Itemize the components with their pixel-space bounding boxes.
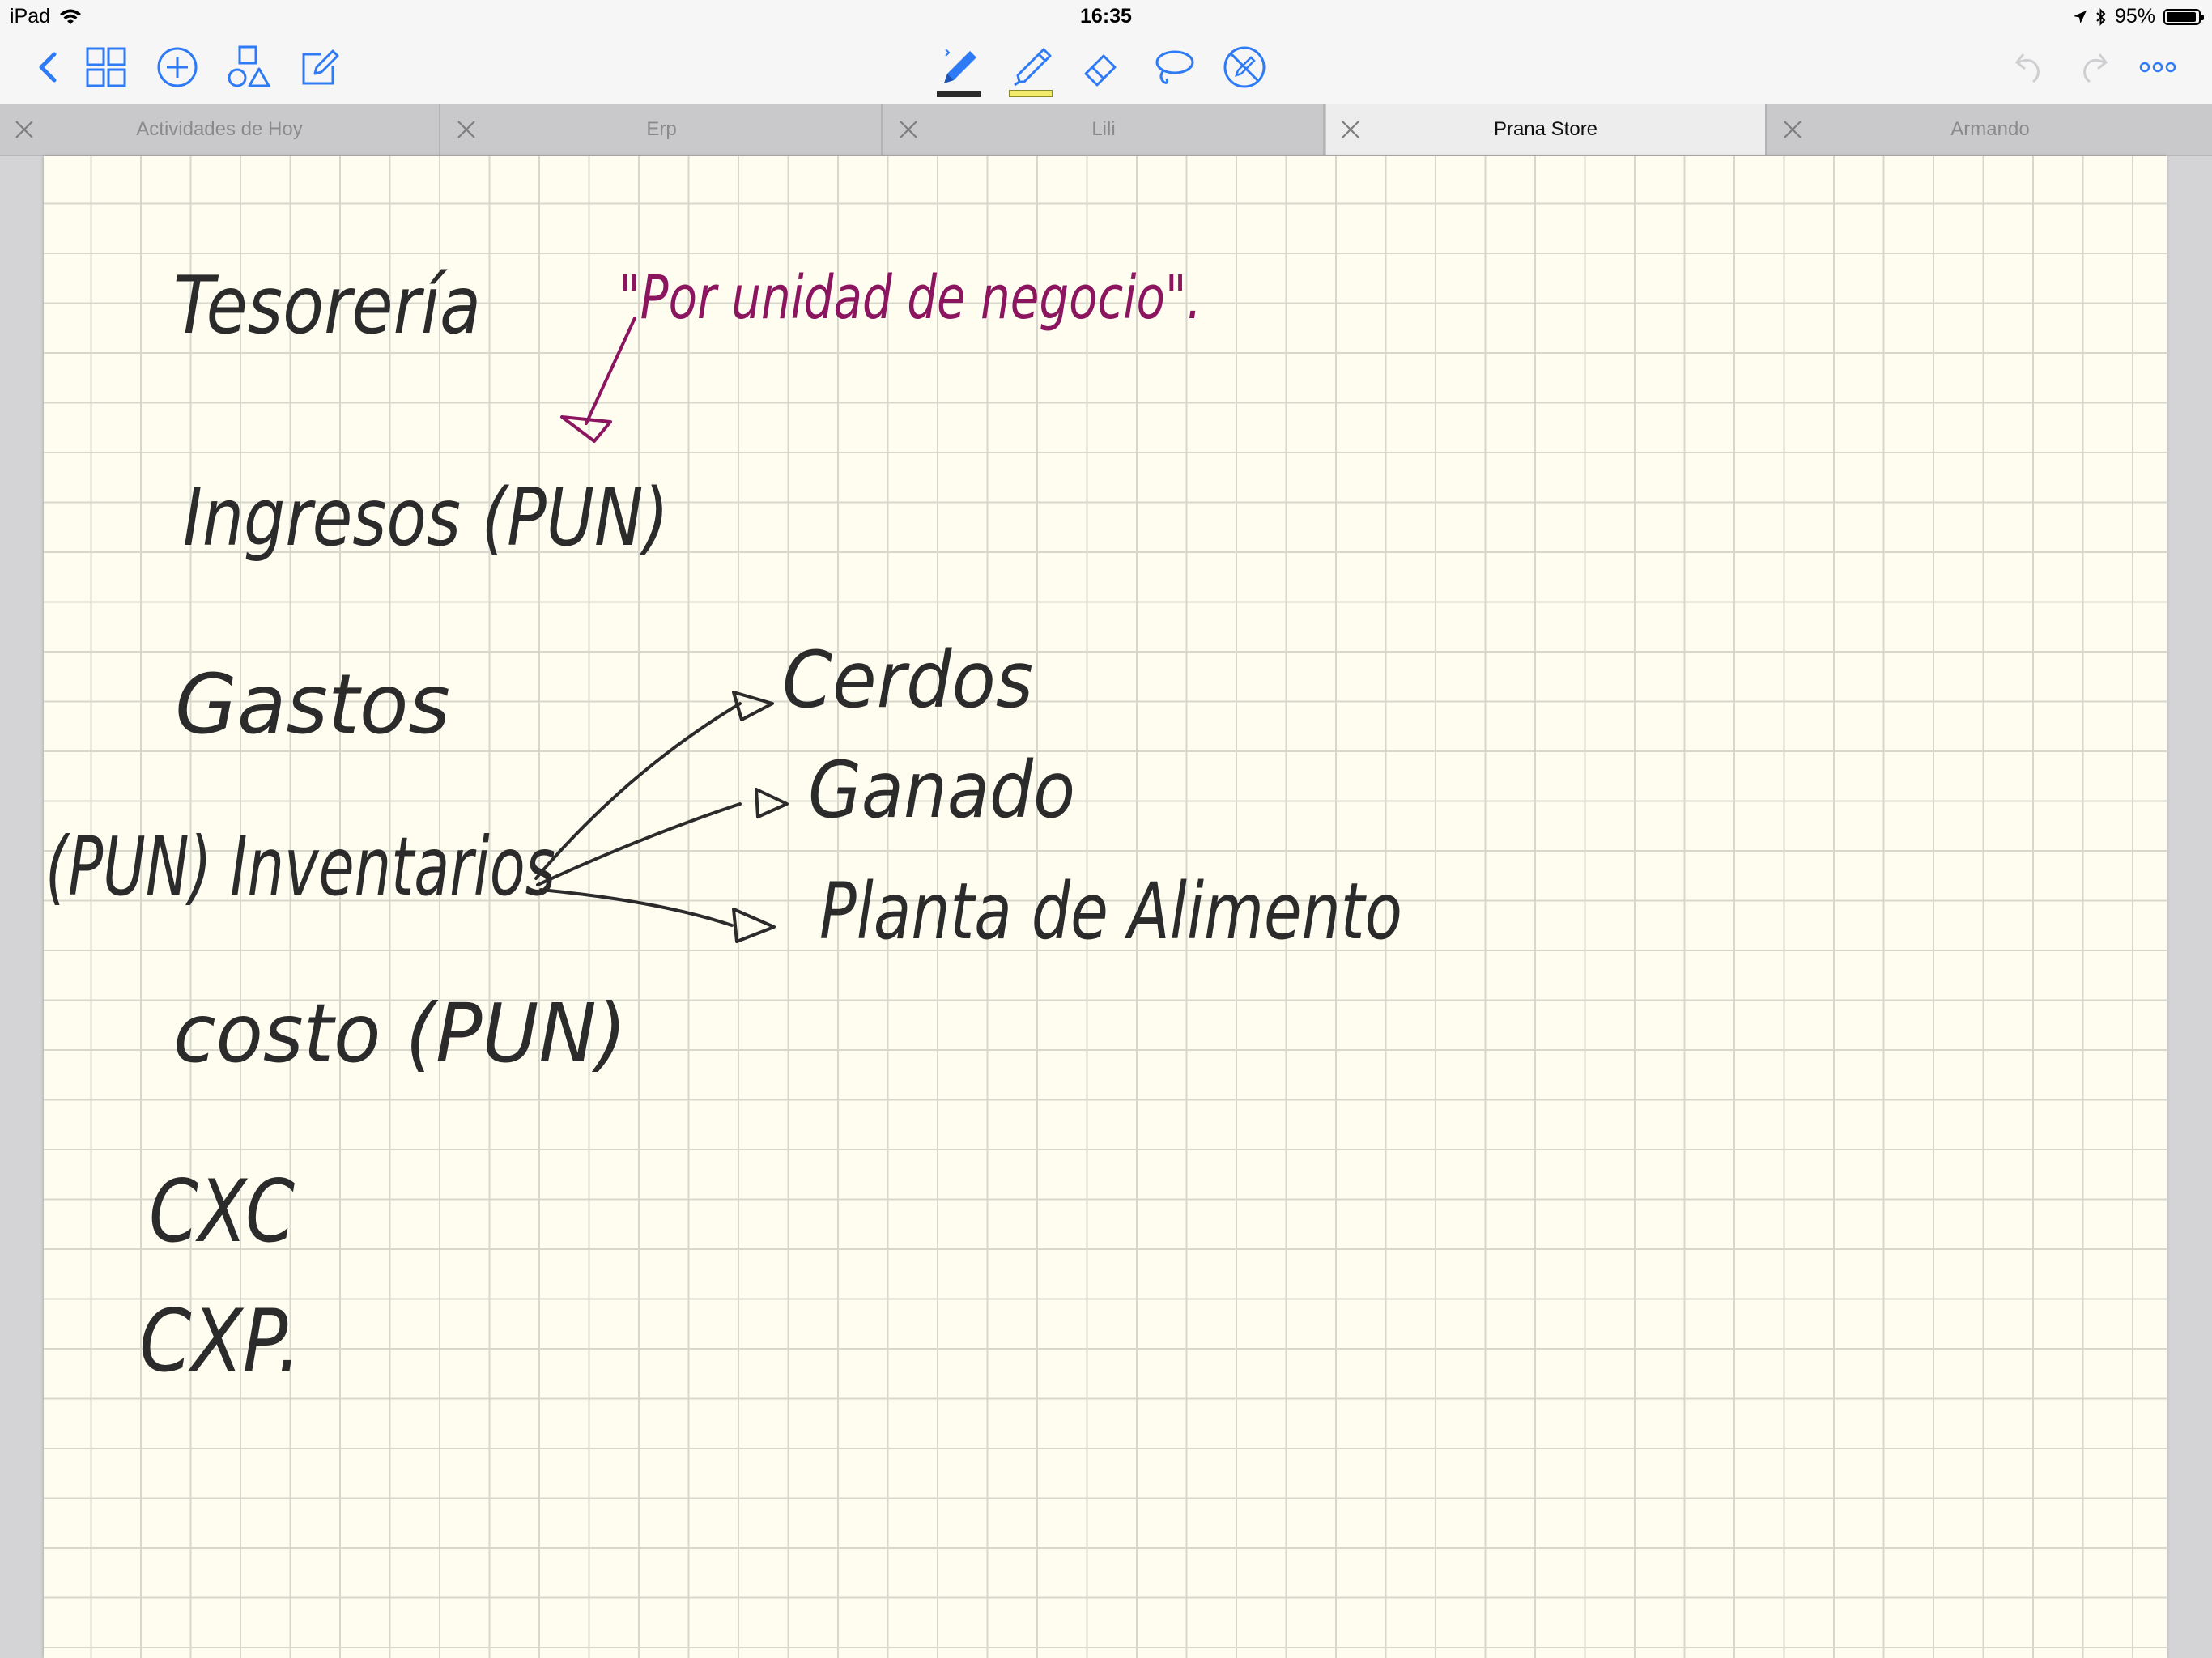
tab-lili[interactable]: Lili [884,104,1325,155]
tab-armando[interactable]: Armando [1768,104,2212,155]
pen-icon [944,49,976,83]
eraser-icon [1084,54,1117,87]
inventory-arrows [534,691,789,943]
edit-button[interactable] [295,42,345,92]
toolbar [0,34,2212,104]
handwriting-planta: Planta de Alimento [819,866,1402,957]
tab-label: Prana Store [1493,118,1598,140]
lasso-icon [1155,50,1194,84]
handwriting-cxc: CXC [149,1162,295,1261]
note-page[interactable]: Tesorería Ingresos (PUN) Gastos (PUN) In… [44,156,2167,1658]
status-bar: iPad 16:35 95% [0,0,2212,34]
battery-fill [2167,11,2196,22]
tab-erp[interactable]: Erp [442,104,883,155]
highlighter-tool-button[interactable] [1006,42,1056,97]
close-icon[interactable] [897,118,920,141]
handwriting-costo: costo (PUN) [173,986,627,1081]
eraser-tool-button[interactable] [1077,42,1127,92]
undo-button[interactable] [2001,42,2052,92]
add-page-button[interactable] [152,42,202,92]
no-input-icon [1223,46,1266,88]
handwriting-inventarios: (PUN) Inventarios [45,819,555,914]
highlighter-color-indicator [1009,90,1053,97]
tab-label: Lili [1091,118,1116,140]
tab-actividades-de-hoy[interactable]: Actividades de Hoy [0,104,440,155]
handwriting-cxp: CXP. [139,1291,301,1391]
handwriting-ingresos: Ingresos (PUN) [183,472,669,564]
battery-percent: 95% [2114,5,2155,28]
more-button[interactable] [2133,42,2183,92]
add-circle-icon [157,47,198,87]
handwriting-ganado: Ganado [808,745,1075,835]
handwriting-annotation: "Por unidad de negocio". [619,263,1202,333]
shapes-button[interactable] [223,42,274,92]
close-icon[interactable] [1781,118,1804,141]
handwriting-cerdos: Cerdos [782,635,1033,725]
lasso-tool-button[interactable] [1148,42,1198,92]
read-only-toggle-button[interactable] [1219,42,1270,92]
tab-label: Armando [1950,118,2030,140]
handwriting-gastos: Gastos [175,657,450,753]
close-icon[interactable] [13,118,36,141]
shapes-icon [228,45,270,87]
redo-icon [2083,53,2108,83]
close-icon[interactable] [455,118,478,141]
redo-button[interactable] [2071,42,2121,92]
bluetooth-icon [2096,7,2106,26]
battery-icon [2163,8,2204,25]
grid-icon [86,47,126,87]
handwriting-tesoreria: Tesorería [173,260,481,352]
close-icon[interactable] [1339,118,1362,141]
more-icon [2139,62,2176,73]
location-arrow-icon [2073,10,2087,23]
back-chevron-icon [39,52,57,83]
edit-icon [302,49,339,85]
tab-label: Actividades de Hoy [136,118,303,140]
annotation-arrow [560,317,636,443]
pen-color-indicator [937,91,981,97]
library-grid-button[interactable] [81,42,131,92]
status-time: 16:35 [1080,5,1132,28]
undo-icon [2014,53,2040,83]
document-tabs: Actividades de Hoy Erp Lili Prana Store … [0,104,2212,156]
pen-tool-button[interactable] [934,42,984,97]
tab-prana-store[interactable]: Prana Store [1326,104,1767,155]
back-button[interactable] [23,42,73,92]
handwriting-layer: Tesorería Ingresos (PUN) Gastos (PUN) In… [45,260,1402,1391]
tab-label: Erp [646,118,677,140]
highlighter-icon [1014,48,1052,87]
